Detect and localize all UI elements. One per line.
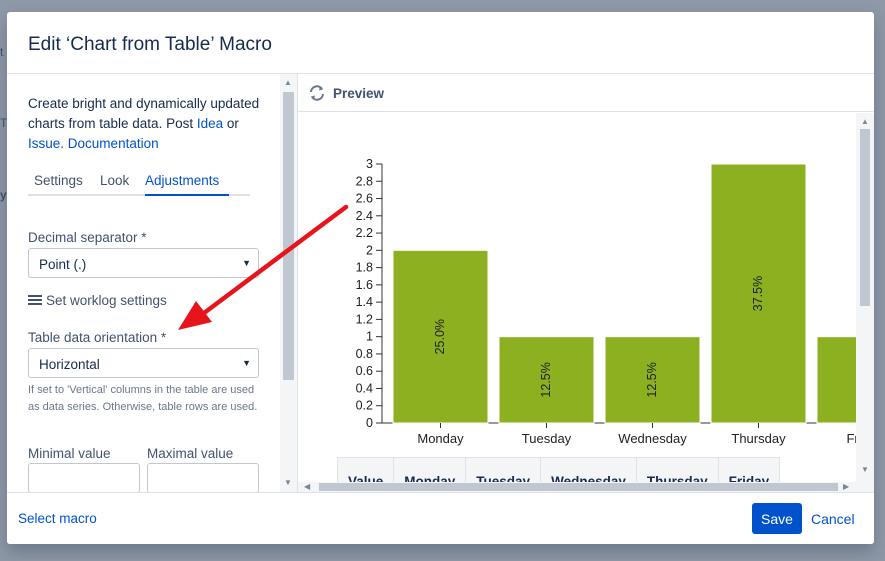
idea-link[interactable]: Idea bbox=[197, 116, 223, 131]
chart-preview: 0 0.2 0.4 0.6 0.8 1 1.2 1.4 1.6 1.8 2 2.2 2.4 2.6 2.8 3… bbox=[298, 113, 874, 492]
worklog-settings-link[interactable]: Set worklog settings bbox=[28, 293, 167, 308]
y-tick-label: 1.4 bbox=[356, 295, 373, 309]
chevron-down-icon: ▼ bbox=[242, 258, 251, 268]
tab-adjustments[interactable]: Adjustments bbox=[145, 173, 219, 188]
scroll-down-icon[interactable]: ▼ bbox=[284, 478, 292, 487]
y-tick-label: 2.2 bbox=[356, 226, 373, 240]
issue-link[interactable]: Issue. bbox=[28, 136, 64, 151]
or-text: or bbox=[226, 116, 239, 131]
scroll-up-icon[interactable]: ▲ bbox=[284, 78, 292, 87]
y-tick-label: 2.8 bbox=[356, 174, 373, 188]
scrollbar-thumb[interactable] bbox=[283, 92, 294, 380]
preview-horizontal-scrollbar[interactable]: ◀ ▶ bbox=[298, 482, 856, 492]
bar-data-label: 25.0% bbox=[433, 319, 447, 354]
dialog-footer: Select macro Save Cancel bbox=[7, 492, 874, 544]
y-tick-label: 1.8 bbox=[356, 261, 373, 275]
y-tick-label: 3 bbox=[366, 157, 373, 171]
y-tick-label: 2.6 bbox=[356, 192, 373, 206]
orientation-help-text: If set to 'Vertical' columns in the tabl… bbox=[28, 384, 258, 413]
tab-settings[interactable]: Settings bbox=[34, 173, 83, 188]
refresh-icon[interactable] bbox=[308, 84, 326, 102]
maximal-value-label: Maximal value bbox=[147, 446, 234, 461]
bar-data-label: 12.5% bbox=[539, 362, 553, 397]
y-tick-label: 2.4 bbox=[356, 209, 373, 223]
x-tick-label: Thursday bbox=[731, 431, 786, 446]
y-tick-label: 1 bbox=[366, 330, 373, 344]
dialog-title: Edit ‘Chart from Table’ Macro bbox=[28, 34, 272, 55]
y-tick-label: 1.6 bbox=[356, 278, 373, 292]
x-tick-label: Wednesday bbox=[618, 431, 687, 446]
dialog-header: Edit ‘Chart from Table’ Macro bbox=[7, 12, 874, 74]
orientation-label: Table data orientation * bbox=[28, 330, 167, 345]
worklog-settings-label: Set worklog settings bbox=[46, 293, 167, 308]
decimal-separator-value: Point (.) bbox=[39, 257, 87, 272]
scroll-down-icon[interactable]: ▼ bbox=[861, 465, 869, 474]
menu-icon bbox=[28, 294, 42, 306]
active-tab-indicator bbox=[145, 194, 229, 196]
background-text: y bbox=[0, 188, 7, 202]
minimal-value-input[interactable] bbox=[28, 463, 140, 492]
y-tick-label: 1.2 bbox=[356, 312, 373, 326]
bar-chart: 0 0.2 0.4 0.6 0.8 1 1.2 1.4 1.6 1.8 2 2.2 2.4 2.6 2.8 3… bbox=[356, 157, 858, 446]
settings-scrollbar[interactable]: ▲ ▼ bbox=[280, 74, 297, 492]
orientation-value: Horizontal bbox=[39, 357, 100, 372]
preview-title: Preview bbox=[333, 86, 385, 101]
minimal-value-label: Minimal value bbox=[28, 446, 111, 461]
scrollbar-thumb[interactable] bbox=[860, 129, 870, 306]
scroll-right-icon[interactable]: ▶ bbox=[843, 482, 849, 491]
maximal-value-input[interactable] bbox=[147, 463, 259, 492]
macro-edit-dialog: Edit ‘Chart from Table’ Macro Create bri… bbox=[7, 12, 874, 544]
x-tick-label: Monday bbox=[417, 431, 464, 446]
y-tick-label: 0.2 bbox=[356, 399, 373, 413]
orientation-select[interactable]: Horizontal ▼ bbox=[28, 348, 259, 378]
y-tick-label: 0.4 bbox=[356, 381, 373, 395]
settings-panel: Create bright and dynamically updated ch… bbox=[7, 74, 297, 492]
bar-data-label: 37.5% bbox=[751, 276, 765, 311]
y-tick-label: 0.8 bbox=[356, 347, 373, 361]
bar-data-label: 12.5% bbox=[645, 362, 659, 397]
description-text: Create bright and dynamically updated ch… bbox=[28, 96, 260, 131]
scroll-up-icon[interactable]: ▲ bbox=[861, 117, 869, 126]
x-tick-label: Tuesday bbox=[522, 431, 572, 446]
y-tick-label: 2 bbox=[366, 243, 373, 257]
preview-vertical-scrollbar[interactable]: ▲ ▼ bbox=[856, 113, 874, 492]
chart-bar bbox=[816, 336, 858, 424]
decimal-separator-select[interactable]: Point (.) ▼ bbox=[28, 248, 259, 278]
tab-look[interactable]: Look bbox=[100, 173, 129, 188]
chevron-down-icon: ▼ bbox=[242, 358, 251, 368]
select-macro-link[interactable]: Select macro bbox=[18, 511, 97, 526]
documentation-link[interactable]: Documentation bbox=[68, 136, 159, 151]
settings-tabs: Settings Look Adjustments bbox=[28, 170, 250, 196]
preview-header: Preview bbox=[298, 74, 874, 112]
background-text: t bbox=[0, 45, 4, 59]
y-tick-label: 0.6 bbox=[356, 364, 373, 378]
scrollbar-thumb[interactable] bbox=[319, 483, 838, 491]
scroll-left-icon[interactable]: ◀ bbox=[304, 482, 310, 491]
macro-description: Create bright and dynamically updated ch… bbox=[28, 94, 268, 154]
cancel-button[interactable]: Cancel bbox=[811, 511, 855, 527]
decimal-separator-label: Decimal separator * bbox=[28, 230, 147, 245]
y-tick-label: 0 bbox=[366, 416, 373, 430]
save-button[interactable]: Save bbox=[752, 503, 802, 534]
